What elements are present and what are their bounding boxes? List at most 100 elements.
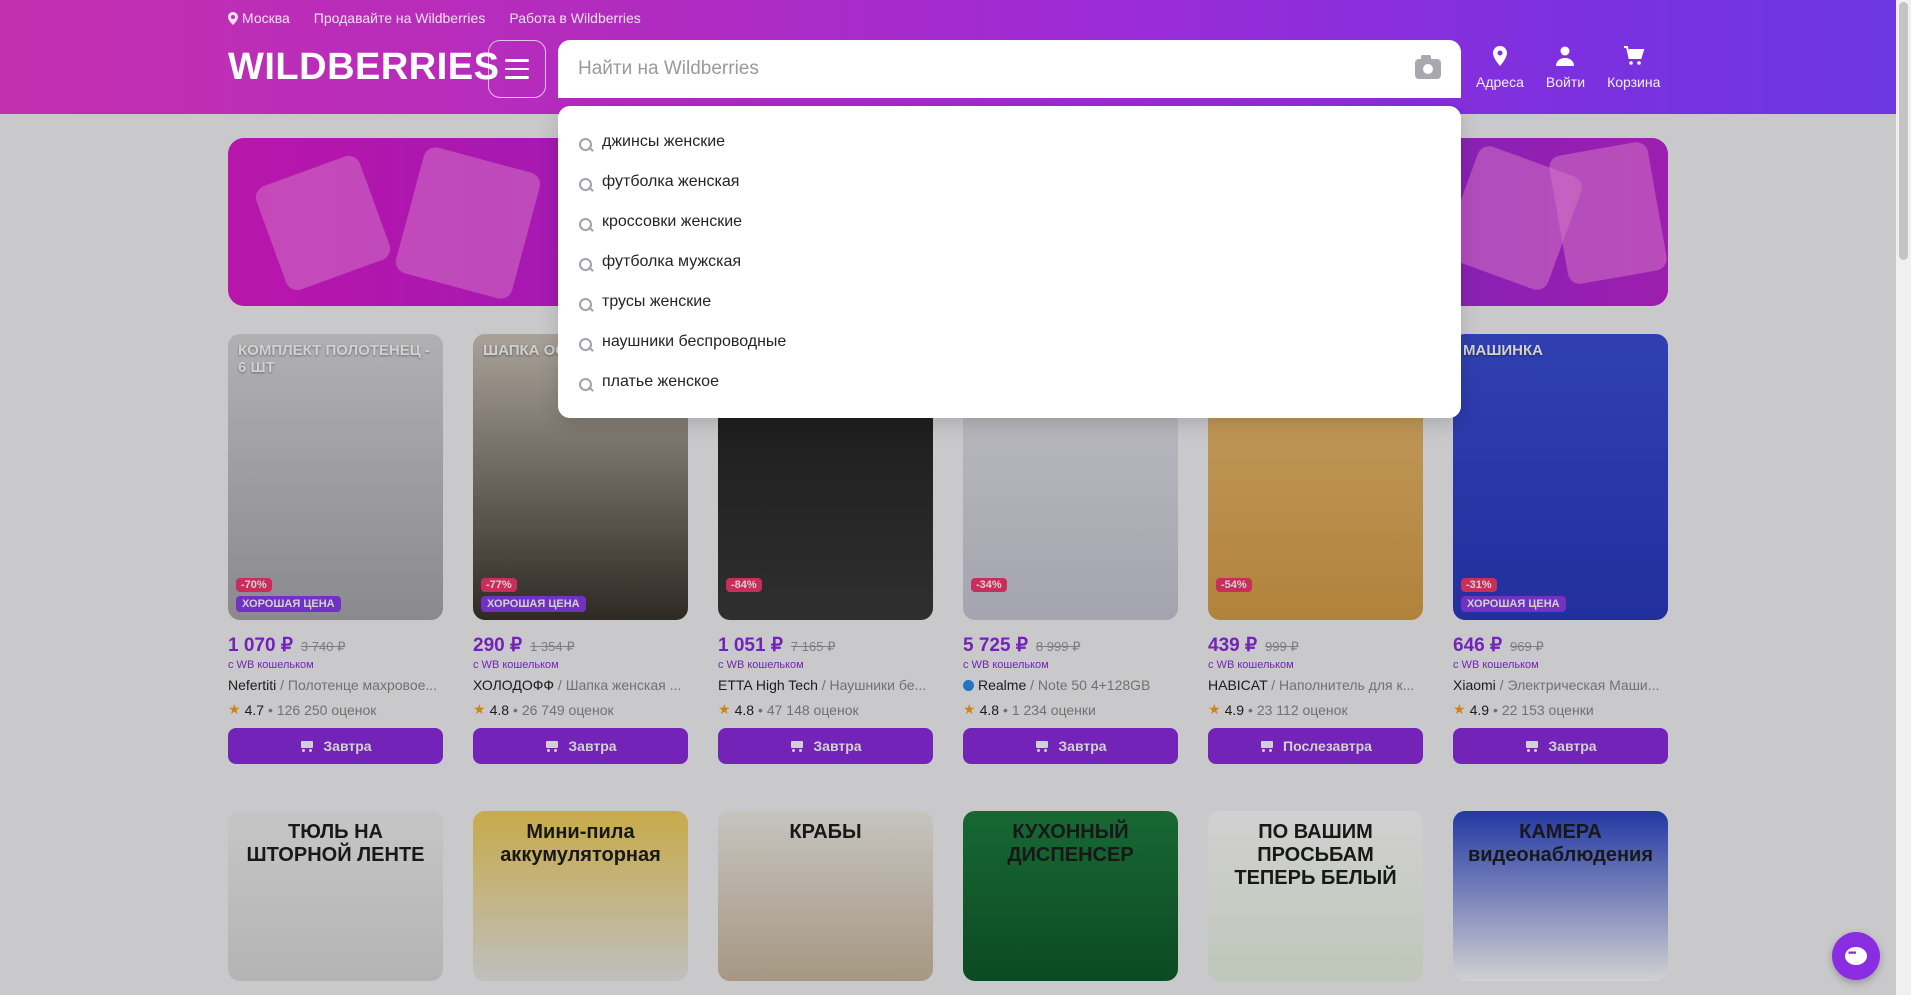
star-icon: ★: [963, 701, 976, 717]
suggestion-item[interactable]: наушники беспроводные: [558, 322, 1461, 362]
delivery-button[interactable]: Завтра: [718, 728, 933, 764]
location-pin-icon: [228, 11, 238, 25]
location-link[interactable]: Москва: [228, 10, 290, 26]
rating: ★ 4.9 • 22 153 оценки: [1453, 701, 1668, 718]
product-title[interactable]: Realme / Note 50 4+128GB: [963, 677, 1178, 693]
sell-link[interactable]: Продавайте на Wildberries: [314, 10, 486, 26]
delivery-label: Послезавтра: [1283, 738, 1372, 754]
search-input[interactable]: [578, 58, 1415, 80]
wallet-note: с WB кошельком: [473, 659, 559, 671]
delivery-label: Завтра: [813, 738, 862, 754]
product-image[interactable]: КАМЕРА видеонаблюдения: [1453, 811, 1668, 981]
product-card[interactable]: КОМПЛЕКТ ПОЛОТЕНЕЦ - 6 ШТ -70% ХОРОШАЯ Ц…: [228, 334, 443, 764]
scrollbar-thumb[interactable]: [1899, 2, 1908, 260]
product-card[interactable]: ПО ВАШИМ ПРОСЬБАМ ТЕПЕРЬ БЕЛЫЙ: [1208, 811, 1423, 981]
star-icon: ★: [473, 701, 486, 717]
product-image-caption: ТЮЛЬ НА ШТОРНОЙ ЛЕНТЕ: [246, 821, 425, 866]
suggestion-item[interactable]: кроссовки женские: [558, 202, 1461, 242]
burger-line: [505, 76, 529, 79]
product-title[interactable]: Xiaomi / Электрическая Маши...: [1453, 677, 1668, 693]
delivery-button[interactable]: Завтра: [1453, 728, 1668, 764]
price: 1 070 ₽: [228, 635, 293, 656]
old-price: 999 ₽: [1265, 639, 1299, 654]
chat-button[interactable]: [1832, 932, 1880, 980]
product-image[interactable]: ТЮЛЬ НА ШТОРНОЙ ЛЕНТЕ: [228, 811, 443, 981]
price: 290 ₽: [473, 635, 523, 656]
product-card[interactable]: Мини-пила аккумуляторная: [473, 811, 688, 981]
product-image[interactable]: КОМПЛЕКТ ПОЛОТЕНЕЦ - 6 ШТ -70% ХОРОШАЯ Ц…: [228, 334, 443, 620]
menu-button[interactable]: [488, 40, 546, 98]
delivery-button[interactable]: Завтра: [473, 728, 688, 764]
top-bar: Москва Продавайте на Wildberries Работа …: [228, 10, 641, 26]
product-card[interactable]: КРАБЫ: [718, 811, 933, 981]
search-suggestions: джинсы женские футболка женская кроссовк…: [558, 106, 1461, 418]
brand: ХОЛОДОФФ: [473, 677, 555, 693]
logo[interactable]: WILDBERRIES: [228, 46, 500, 89]
product-image[interactable]: КРАБЫ: [718, 811, 933, 981]
suggestion-text: трусы женские: [602, 293, 712, 310]
star-icon: ★: [718, 701, 731, 717]
good-price-badge: ХОРОШАЯ ЦЕНА: [236, 596, 341, 612]
suggestion-text: джинсы женские: [602, 133, 726, 150]
banner-decoration: [393, 144, 543, 302]
reviews-count: • 47 148 оценок: [758, 701, 859, 718]
cart-icon: [789, 740, 805, 752]
product-title[interactable]: Nefertiti / Полотенце махровое...: [228, 677, 443, 693]
work-link[interactable]: Работа в Wildberries: [509, 10, 640, 26]
product-image[interactable]: ПО ВАШИМ ПРОСЬБАМ ТЕПЕРЬ БЕЛЫЙ: [1208, 811, 1423, 981]
cart-button[interactable]: Корзина: [1607, 44, 1660, 90]
reviews-count: • 26 749 оценок: [513, 701, 614, 718]
product-name: / Note 50 4+128GB: [1026, 677, 1151, 693]
cart-icon: [1524, 740, 1540, 752]
product-image-caption: КРАБЫ: [789, 821, 862, 843]
product-image[interactable]: КУХОННЫЙ ДИСПЕНСЕР: [963, 811, 1178, 981]
suggestion-item[interactable]: джинсы женские: [558, 122, 1461, 162]
addresses-label: Адреса: [1476, 74, 1524, 90]
wallet-note: с WB кошельком: [1453, 659, 1539, 671]
search-icon: [578, 177, 594, 193]
suggestion-text: футболка мужская: [602, 253, 742, 270]
wallet-note: с WB кошельком: [228, 659, 314, 671]
product-name: / Полотенце махровое...: [276, 677, 438, 693]
rating: ★ 4.8 • 47 148 оценок: [718, 701, 933, 718]
suggestion-item[interactable]: платье женское: [558, 362, 1461, 402]
user-icon: [1556, 46, 1575, 66]
product-title[interactable]: ETTA High Tech / Наушники бе...: [718, 677, 933, 693]
rating: ★ 4.8 • 1 234 оценки: [963, 701, 1178, 718]
product-image-caption: КАМЕРА видеонаблюдения: [1467, 821, 1654, 866]
cart-label: Корзина: [1607, 74, 1661, 90]
suggestion-item[interactable]: футболка мужская: [558, 242, 1461, 282]
product-name: / Электрическая Маши...: [1495, 677, 1660, 693]
brand: Realme: [978, 677, 1027, 693]
brand: Xiaomi: [1453, 677, 1496, 693]
delivery-button[interactable]: Завтра: [228, 728, 443, 764]
wallet-note: с WB кошельком: [718, 659, 804, 671]
suggestion-item[interactable]: трусы женские: [558, 282, 1461, 322]
product-card[interactable]: КАМЕРА видеонаблюдения: [1453, 811, 1668, 981]
suggestion-item[interactable]: футболка женская: [558, 162, 1461, 202]
rating-value: 4.8: [489, 701, 510, 718]
product-image[interactable]: МАШИНКА -31% ХОРОШАЯ ЦЕНА: [1453, 334, 1668, 620]
price: 646 ₽: [1453, 635, 1503, 656]
product-image-caption: КУХОННЫЙ ДИСПЕНСЕР: [1007, 821, 1134, 866]
delivery-button[interactable]: Завтра: [963, 728, 1178, 764]
scrollbar[interactable]: [1896, 0, 1911, 995]
price: 1 051 ₽: [718, 635, 783, 656]
login-button[interactable]: Войти: [1546, 44, 1585, 90]
product-card[interactable]: КУХОННЫЙ ДИСПЕНСЕР: [963, 811, 1178, 981]
product-title[interactable]: HABICAT / Наполнитель для к...: [1208, 677, 1423, 693]
delivery-button[interactable]: Послезавтра: [1208, 728, 1423, 764]
product-card[interactable]: МАШИНКА -31% ХОРОШАЯ ЦЕНА 646 ₽ 969 ₽ с …: [1453, 334, 1668, 764]
product-image[interactable]: Мини-пила аккумуляторная: [473, 811, 688, 981]
product-card[interactable]: ТЮЛЬ НА ШТОРНОЙ ЛЕНТЕ: [228, 811, 443, 981]
old-price: 3 740 ₽: [300, 639, 346, 654]
price-row: 646 ₽ 969 ₽: [1453, 634, 1668, 657]
discount-badge: -70%: [236, 578, 272, 592]
product-title[interactable]: ХОЛОДОФФ / Шапка женская ...: [473, 677, 688, 693]
addresses-button[interactable]: Адреса: [1476, 44, 1524, 90]
product-name: / Наполнитель для к...: [1267, 677, 1415, 693]
burger-line: [505, 59, 529, 62]
search-bar: [558, 40, 1461, 98]
discount-badge: -31%: [1461, 578, 1497, 592]
camera-icon[interactable]: [1415, 55, 1441, 79]
